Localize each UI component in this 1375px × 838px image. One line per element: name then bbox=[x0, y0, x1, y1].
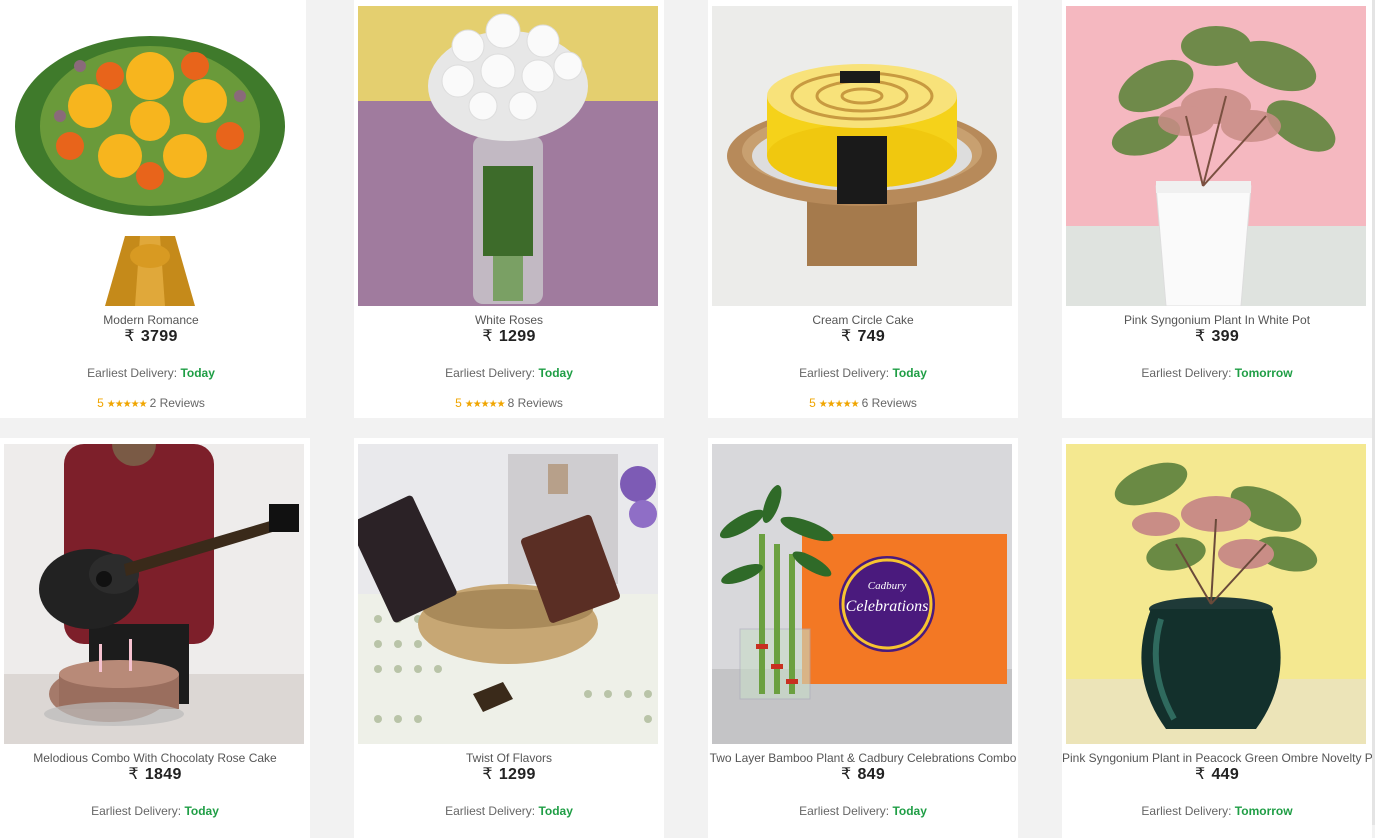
product-grid: Modern Romance ₹3799 Earliest Delivery: … bbox=[0, 0, 1375, 838]
brand-text: Cadbury bbox=[868, 580, 907, 592]
delivery-day: Today bbox=[538, 366, 573, 380]
rating-row: 5 ★★★★★ 6 Reviews bbox=[809, 396, 917, 410]
flower-bouquet-image[interactable] bbox=[0, 6, 300, 306]
rating-row: 5 ★★★★★ 8 Reviews bbox=[455, 396, 563, 410]
review-count: 2 Reviews bbox=[149, 396, 205, 410]
delivery-day: Today bbox=[892, 804, 927, 818]
review-count: 8 Reviews bbox=[507, 396, 563, 410]
product-name[interactable]: Melodious Combo With Chocolaty Rose Cake bbox=[0, 751, 310, 765]
product-card[interactable]: Pink Syngonium Plant in Peacock Green Om… bbox=[1062, 438, 1375, 838]
rupee-icon: ₹ bbox=[1194, 328, 1206, 345]
delivery-info: Earliest Delivery: Today bbox=[91, 804, 219, 818]
product-card[interactable]: Melodious Combo With Chocolaty Rose Cake… bbox=[0, 438, 310, 838]
delivery-info: Earliest Delivery: Today bbox=[799, 804, 927, 818]
delivery-day: Today bbox=[538, 804, 573, 818]
product-name[interactable]: White Roses bbox=[354, 313, 664, 327]
guitar-cake-image[interactable] bbox=[4, 444, 304, 744]
product-card[interactable]: Modern Romance ₹3799 Earliest Delivery: … bbox=[0, 0, 306, 418]
star-rating-icon: ★★★★★ bbox=[818, 399, 860, 410]
product-price: ₹3799 bbox=[124, 328, 178, 345]
plant-green-pot-image[interactable] bbox=[1066, 444, 1366, 744]
product-name[interactable]: Modern Romance bbox=[0, 313, 306, 327]
delivery-info: Earliest Delivery: Tomorrow bbox=[1141, 366, 1293, 380]
product-card[interactable]: Cadbury Celebrations Two Layer Bamboo Pl… bbox=[708, 438, 1018, 838]
rupee-icon: ₹ bbox=[482, 328, 493, 345]
delivery-day: Tomorrow bbox=[1234, 804, 1293, 818]
delivery-day: Today bbox=[892, 366, 927, 380]
rupee-icon: ₹ bbox=[840, 328, 852, 345]
delivery-info: Earliest Delivery: Today bbox=[87, 366, 215, 380]
delivery-day: Tomorrow bbox=[1234, 366, 1293, 380]
product-price: ₹1299 bbox=[482, 766, 536, 783]
star-rating-icon: ★★★★★ bbox=[464, 399, 506, 410]
product-card[interactable]: White Roses ₹1299 Earliest Delivery: Tod… bbox=[354, 0, 664, 418]
product-price: ₹1299 bbox=[482, 328, 536, 345]
product-card[interactable]: Twist Of Flavors ₹1299 Earliest Delivery… bbox=[354, 438, 664, 838]
delivery-day: Today bbox=[180, 366, 215, 380]
rupee-icon: ₹ bbox=[482, 766, 493, 783]
rupee-icon: ₹ bbox=[840, 766, 852, 783]
plant-white-pot-image[interactable] bbox=[1066, 6, 1366, 306]
star-rating-icon: ★★★★★ bbox=[106, 399, 148, 410]
box-text: Celebrations bbox=[846, 598, 929, 615]
white-roses-vase-image[interactable] bbox=[358, 6, 658, 306]
product-name[interactable]: Two Layer Bamboo Plant & Cadbury Celebra… bbox=[708, 751, 1018, 765]
product-name[interactable]: Cream Circle Cake bbox=[708, 313, 1018, 327]
delivery-info: Earliest Delivery: Today bbox=[445, 804, 573, 818]
product-card[interactable]: Pink Syngonium Plant In White Pot ₹399 E… bbox=[1062, 0, 1372, 418]
product-card[interactable]: Cream Circle Cake ₹749 Earliest Delivery… bbox=[708, 0, 1018, 418]
chocolate-basket-image[interactable] bbox=[358, 444, 658, 744]
product-name[interactable]: Pink Syngonium Plant in Peacock Green Om… bbox=[1062, 751, 1375, 765]
rupee-icon: ₹ bbox=[124, 328, 135, 345]
product-price: ₹1849 bbox=[128, 766, 182, 783]
product-name[interactable]: Pink Syngonium Plant In White Pot bbox=[1062, 313, 1372, 327]
rupee-icon: ₹ bbox=[1194, 766, 1206, 783]
bamboo-celebrations-image[interactable]: Cadbury Celebrations bbox=[712, 444, 1012, 744]
rupee-icon: ₹ bbox=[128, 766, 139, 783]
rating-row: 5 ★★★★★ 2 Reviews bbox=[97, 396, 205, 410]
product-name[interactable]: Twist Of Flavors bbox=[354, 751, 664, 765]
product-price: ₹849 bbox=[840, 766, 886, 783]
delivery-info: Earliest Delivery: Today bbox=[445, 366, 573, 380]
delivery-info: Earliest Delivery: Today bbox=[799, 366, 927, 380]
product-price: ₹399 bbox=[1194, 328, 1240, 345]
product-price: ₹449 bbox=[1194, 766, 1240, 783]
cake-image[interactable] bbox=[712, 6, 1012, 306]
delivery-info: Earliest Delivery: Tomorrow bbox=[1141, 804, 1293, 818]
review-count: 6 Reviews bbox=[861, 396, 917, 410]
delivery-day: Today bbox=[184, 804, 219, 818]
product-price: ₹749 bbox=[840, 328, 886, 345]
